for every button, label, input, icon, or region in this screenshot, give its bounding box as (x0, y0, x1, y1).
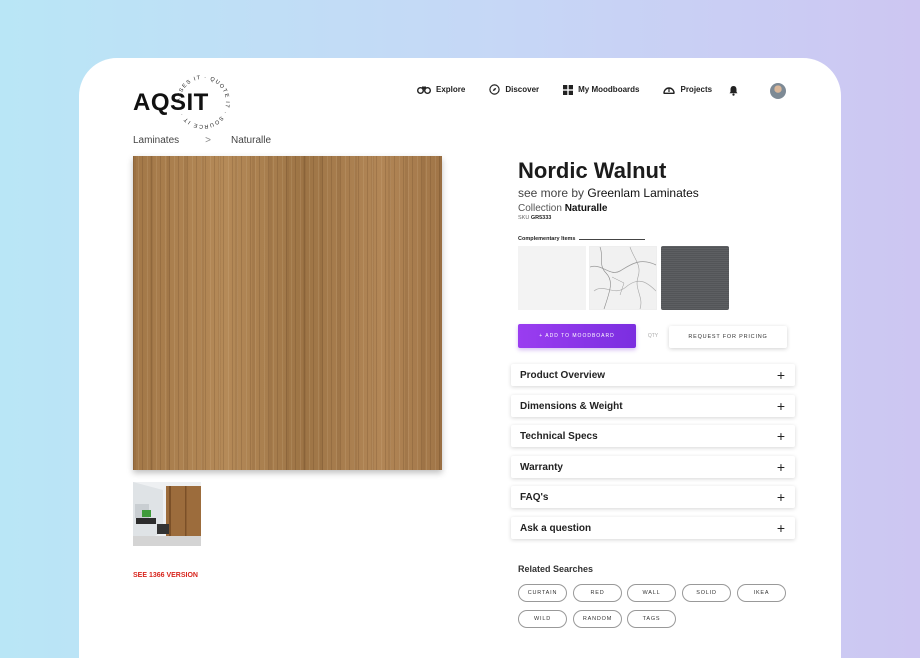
accordion-faq[interactable]: FAQ's + (511, 486, 795, 508)
plus-icon: + (776, 459, 785, 475)
room-thumbnail-image (133, 482, 201, 546)
tag-chip[interactable]: SOLID (682, 584, 731, 602)
tag-chip[interactable]: CURTAIN (518, 584, 567, 602)
divider (579, 238, 646, 240)
nav-projects[interactable]: Projects (663, 85, 712, 95)
breadcrumb: Laminates > Naturalle (133, 135, 271, 146)
brand-link[interactable]: Greenlam Laminates (587, 186, 698, 200)
complementary-swatch-marble[interactable] (589, 246, 657, 310)
plus-icon: + (776, 398, 785, 414)
svg-text:ASSES IT · QUOTE IT · SOURCE I: ASSES IT · QUOTE IT · SOURCE IT · (176, 75, 230, 129)
nav-projects-label: Projects (680, 85, 713, 94)
tag-chip[interactable]: RED (573, 584, 622, 602)
collection-prefix: Collection (518, 203, 565, 214)
binoculars-icon (417, 86, 431, 94)
breadcrumb-naturalle[interactable]: Naturalle (231, 135, 271, 146)
nav-explore[interactable]: Explore (417, 85, 465, 94)
nav-explore-label: Explore (436, 85, 466, 94)
request-pricing-button[interactable]: REQUEST FOR PRICING (669, 326, 787, 348)
collection-line: Collection Naturalle (518, 203, 608, 214)
tag-chip[interactable]: WALL (627, 584, 676, 602)
tag-chip[interactable]: WILD (518, 610, 567, 628)
brand-prefix: see more by (518, 186, 588, 200)
qty-input[interactable]: QTY (640, 326, 666, 346)
plus-icon: + (776, 428, 785, 444)
nav-moodboards[interactable]: My Moodboards (563, 84, 640, 95)
chevron-right-icon: > (205, 135, 211, 146)
sku-prefix: SKU (518, 215, 531, 221)
add-to-moodboard-button[interactable]: + ADD TO MOODBOARD (518, 324, 636, 348)
helmet-icon (663, 86, 676, 94)
complementary-swatch-white[interactable] (518, 246, 586, 310)
accordion-label: FAQ's (520, 491, 549, 503)
tag-chip[interactable]: RANDOM (573, 610, 622, 628)
nav-discover[interactable]: Discover (489, 84, 539, 95)
product-title: Nordic Walnut (518, 158, 667, 183)
accordion-label: Warranty (520, 461, 563, 473)
complementary-swatch-grey[interactable] (661, 246, 729, 310)
grid-icon (563, 84, 574, 95)
accordion-ask-question[interactable]: Ask a question + (511, 517, 795, 539)
complementary-heading: Complementary Items (518, 236, 646, 242)
main-nav: Explore Discover My Moodboards Projects (417, 84, 736, 95)
accordion-label: Product Overview (520, 369, 606, 381)
product-page-card: AQSIT ASSES IT · QUOTE IT · SOURCE IT · … (79, 58, 841, 658)
plus-icon: + (776, 520, 785, 536)
accordion-warranty[interactable]: Warranty + (511, 456, 795, 478)
complementary-title: Complementary Items (518, 236, 576, 242)
see-version-link[interactable]: SEE 1366 VERSION (133, 572, 198, 579)
brand-line: see more by Greenlam Laminates (518, 186, 699, 200)
compass-icon (489, 84, 501, 95)
product-thumbnail[interactable] (133, 482, 201, 546)
tag-chip[interactable]: IKEA (737, 584, 786, 602)
avatar[interactable] (770, 83, 786, 99)
marble-texture (589, 246, 657, 310)
collection-link[interactable]: Naturalle (565, 203, 608, 214)
related-searches-title: Related Searches (518, 564, 594, 574)
tag-chip[interactable]: TAGS (627, 610, 676, 628)
sku-value: GR5333 (530, 215, 552, 221)
plus-icon: + (776, 367, 785, 383)
accordion-technical-specs[interactable]: Technical Specs + (511, 425, 795, 447)
product-image[interactable] (133, 156, 442, 470)
accordion-label: Technical Specs (520, 430, 598, 442)
accordion-label: Ask a question (520, 522, 592, 534)
nav-discover-label: Discover (505, 85, 540, 94)
logo[interactable]: AQSIT ASSES IT · QUOTE IT · SOURCE IT · (133, 72, 243, 134)
accordion-label: Dimensions & Weight (520, 400, 623, 412)
nav-moodboards-label: My Moodboards (578, 85, 640, 94)
breadcrumb-laminates[interactable]: Laminates (133, 135, 179, 146)
accordion-dimensions-weight[interactable]: Dimensions & Weight + (511, 395, 795, 417)
plus-icon: + (776, 489, 785, 505)
sku-line: SKU GR5333 (518, 215, 551, 221)
logo-ring-icon: ASSES IT · QUOTE IT · SOURCE IT · (176, 75, 230, 129)
bell-icon[interactable] (729, 85, 738, 96)
accordion-product-overview[interactable]: Product Overview + (511, 364, 795, 386)
